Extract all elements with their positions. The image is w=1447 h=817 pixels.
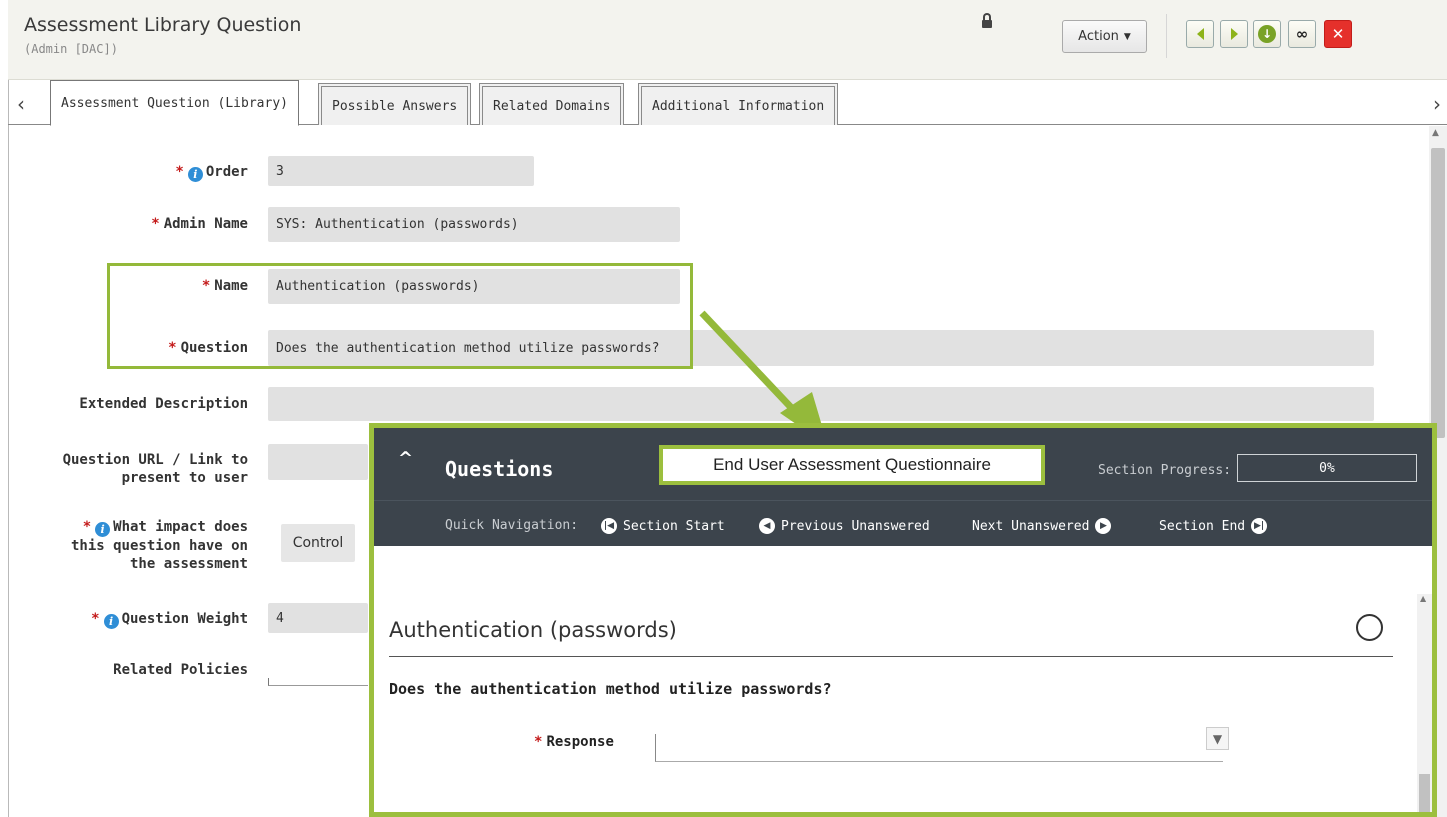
panel-scrollbar-thumb[interactable] [1419,774,1430,812]
questionnaire-name-callout: End User Assessment Questionnaire [659,445,1045,485]
completion-circle-icon [1356,614,1383,641]
next-unanswered-text: Next Unanswered [972,518,1090,534]
main-scrollbar-thumb[interactable] [1431,148,1445,438]
section-divider [389,656,1393,657]
response-select[interactable] [655,734,1223,762]
dropdown-arrow-icon[interactable]: ▼ [1206,727,1229,750]
previous-unanswered-text: Previous Unanswered [781,518,930,534]
collapse-chevron-icon[interactable]: ^ [398,448,413,469]
response-label: * Response [534,734,614,750]
tab-label: Assessment Question (Library) [61,95,288,111]
next-unanswered-icon: ▶ [1095,518,1112,534]
quick-nav-label-text: Quick Navigation: [445,518,579,533]
next-unanswered-link[interactable]: Next Unanswered ▶ [972,518,1112,534]
quick-navigation-bar: Quick Navigation: |◀ Section Start ◀ Previ… [374,500,1432,546]
section-title: Authentication (passwords) [389,618,677,642]
scroll-up-icon[interactable]: ▲ [1432,128,1439,138]
required-marker: * [534,734,543,750]
quick-navigation-label: Quick Navigation: [445,518,578,533]
response-label-text: Response [546,734,614,750]
section-start-icon: |◀ [601,518,617,534]
section-end-link[interactable]: Section End ▶| [1159,518,1268,534]
section-end-icon: ▶| [1251,518,1268,534]
tab-assessment-question[interactable]: Assessment Question (Library) [50,80,299,126]
question-text: Does the authentication method utilize p… [389,680,832,698]
section-progress-value: 0% [1319,460,1335,476]
questionnaire-preview-panel: ^ Questions End User Assessment Question… [369,423,1437,817]
previous-unanswered-link[interactable]: ◀ Previous Unanswered [759,518,930,534]
section-end-text: Section End [1159,518,1246,534]
section-start-text: Section Start [623,518,725,534]
section-progress-bar: 0% [1237,454,1417,482]
questions-title: Questions [445,457,554,481]
questions-header: ^ Questions End User Assessment Question… [374,428,1432,500]
previous-unanswered-icon: ◀ [759,518,775,534]
section-start-link[interactable]: |◀ Section Start [601,518,725,534]
section-progress-label: Section Progress: [1098,463,1232,478]
scroll-up-icon[interactable]: ▲ [1420,594,1426,603]
